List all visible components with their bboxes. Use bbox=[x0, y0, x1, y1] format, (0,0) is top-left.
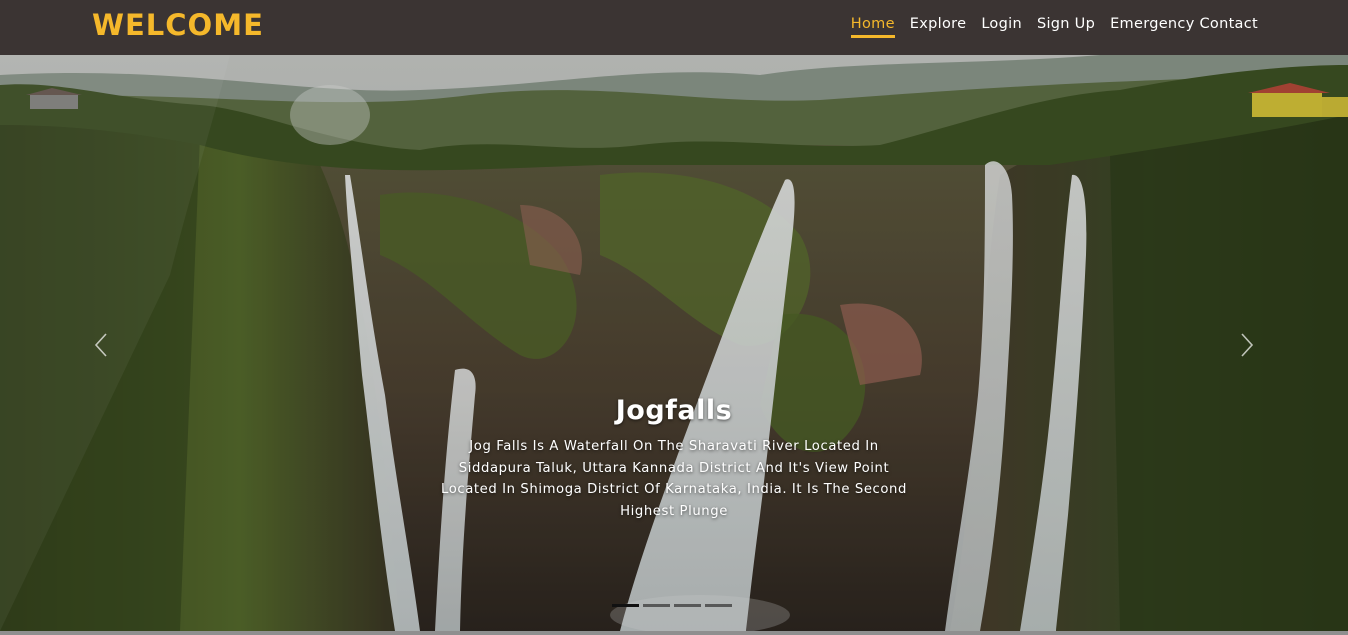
carousel-indicator-3[interactable] bbox=[674, 604, 701, 607]
nav-item-login[interactable]: Login bbox=[981, 16, 1022, 38]
carousel-next-button[interactable] bbox=[1232, 325, 1262, 365]
carousel-indicator-2[interactable] bbox=[643, 604, 670, 607]
carousel-indicators bbox=[612, 604, 732, 607]
chevron-right-icon bbox=[1241, 333, 1254, 357]
slide-description: Jog Falls Is A Waterfall On The Sharavat… bbox=[441, 439, 907, 519]
nav-item-emergency-contact[interactable]: Emergency Contact bbox=[1110, 16, 1258, 38]
nav-item-sign-up[interactable]: Sign Up bbox=[1037, 16, 1095, 38]
navbar: WELCOME Home Explore Login Sign Up Emerg… bbox=[0, 0, 1348, 55]
nav-links: Home Explore Login Sign Up Emergency Con… bbox=[850, 16, 1258, 38]
carousel-indicator-1[interactable] bbox=[612, 604, 639, 607]
carousel-prev-button[interactable] bbox=[86, 325, 116, 365]
brand-title[interactable]: WELCOME bbox=[92, 8, 264, 42]
slide-caption: Jogfalls Jog Falls Is A Waterfall On The… bbox=[424, 395, 924, 522]
slide-overlay bbox=[0, 55, 1348, 631]
nav-item-home[interactable]: Home bbox=[850, 16, 895, 38]
page-bottom-strip bbox=[0, 631, 1348, 635]
carousel-indicator-4[interactable] bbox=[705, 604, 732, 607]
nav-item-explore[interactable]: Explore bbox=[910, 16, 967, 38]
slide-title: Jogfalls bbox=[615, 395, 733, 426]
chevron-left-icon bbox=[94, 333, 107, 357]
hero-carousel: Jogfalls Jog Falls Is A Waterfall On The… bbox=[0, 55, 1348, 631]
